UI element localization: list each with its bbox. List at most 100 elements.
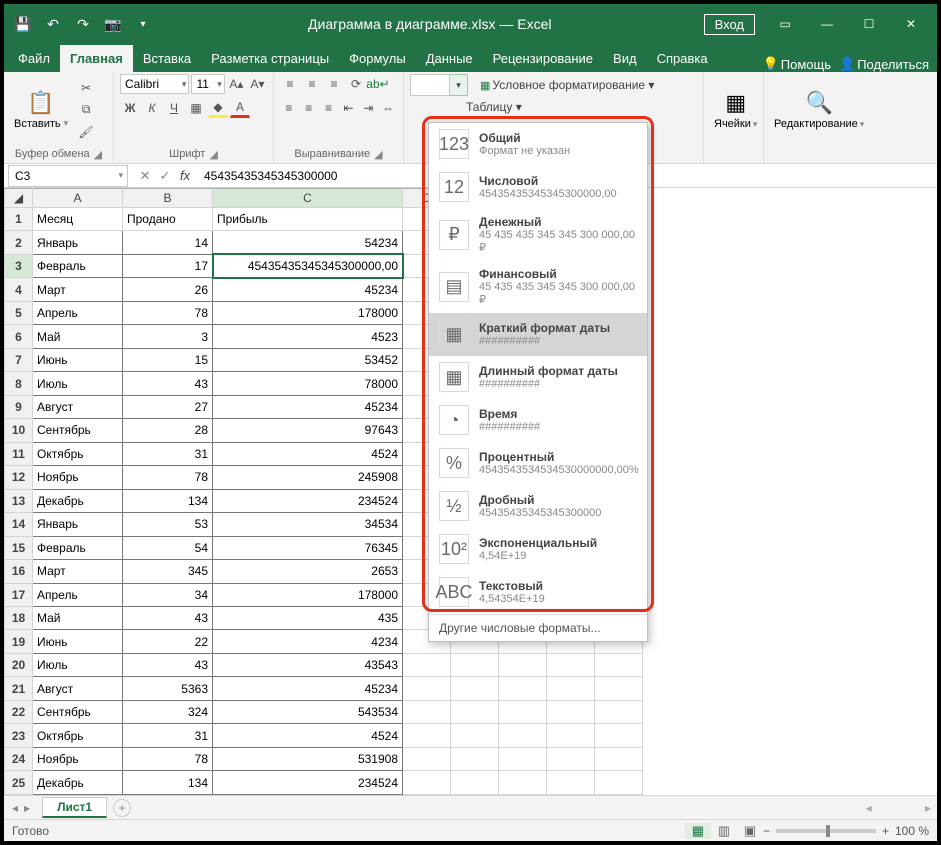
horizontal-scroll-region[interactable]: ◂ ▸ (866, 801, 937, 815)
cell[interactable] (403, 700, 451, 723)
row-header[interactable]: 16 (5, 560, 33, 583)
underline-icon[interactable]: Ч (164, 98, 184, 118)
cell[interactable] (403, 677, 451, 700)
editing-button[interactable]: 🔍 Редактирование▾ (770, 88, 868, 132)
cell[interactable] (595, 724, 643, 747)
row-header[interactable]: 3 (5, 254, 33, 277)
cell[interactable]: 531908 (213, 747, 403, 770)
cancel-formula-icon[interactable]: ✕ (136, 168, 154, 184)
cell[interactable]: Июль (33, 653, 123, 676)
cell[interactable]: Июнь (33, 630, 123, 653)
row-header[interactable]: 25 (5, 771, 33, 795)
camera-icon[interactable]: 📷 (100, 11, 126, 37)
view-page-layout-icon[interactable]: ▥ (711, 823, 737, 839)
cell[interactable] (403, 771, 451, 795)
align-middle-icon[interactable]: ≡ (302, 74, 322, 94)
close-icon[interactable]: ✕ (891, 9, 931, 39)
col-header[interactable]: C (213, 189, 403, 208)
cell[interactable]: 234524 (213, 489, 403, 512)
zoom-in-icon[interactable]: + (882, 824, 889, 838)
maximize-icon[interactable]: ☐ (849, 9, 889, 39)
cell[interactable]: Апрель (33, 583, 123, 606)
col-header[interactable]: B (123, 189, 213, 208)
dialog-launcher-icon[interactable]: ◢ (209, 148, 217, 161)
cell[interactable]: 45234 (213, 677, 403, 700)
cell[interactable]: 28 (123, 419, 213, 442)
row-header[interactable]: 5 (5, 301, 33, 324)
row-header[interactable]: 21 (5, 677, 33, 700)
cell[interactable] (547, 771, 595, 795)
cell[interactable]: 78 (123, 466, 213, 489)
fx-icon[interactable]: fx (176, 168, 194, 184)
cell[interactable] (451, 724, 499, 747)
login-button[interactable]: Вход (704, 14, 755, 35)
tell-me[interactable]: 💡Помощь (763, 56, 831, 72)
font-name-combo[interactable]: Calibri (120, 74, 189, 94)
number-format-combo[interactable] (410, 74, 450, 96)
cell[interactable]: 178000 (213, 301, 403, 324)
cell[interactable] (451, 653, 499, 676)
cell[interactable]: Июль (33, 372, 123, 395)
cell[interactable]: 43543 (213, 653, 403, 676)
add-sheet-button[interactable]: + (113, 799, 131, 817)
paste-button[interactable]: 📋 Вставить▾ (10, 88, 72, 132)
fill-color-icon[interactable]: ◆ (208, 98, 228, 118)
cell[interactable] (499, 724, 547, 747)
number-format-dropdown-button[interactable]: ▾ (450, 74, 468, 96)
cell[interactable]: 34534 (213, 513, 403, 536)
qat-more-icon[interactable]: ▾ (130, 11, 156, 37)
cell[interactable] (499, 653, 547, 676)
cell[interactable]: 178000 (213, 583, 403, 606)
tab-review[interactable]: Рецензирование (483, 45, 603, 72)
number-format-item[interactable]: %Процентный4543543534534530000000,00% (429, 442, 647, 485)
name-box[interactable]: C3 (8, 165, 128, 187)
cell[interactable] (403, 747, 451, 770)
row-header[interactable]: 11 (5, 442, 33, 465)
number-format-item[interactable]: ▦Краткий формат даты########## (429, 313, 647, 356)
row-header[interactable]: 8 (5, 372, 33, 395)
cut-icon[interactable]: ✂ (76, 78, 96, 98)
cell[interactable]: Прибыль (213, 208, 403, 231)
cell[interactable]: Продано (123, 208, 213, 231)
tab-file[interactable]: Файл (8, 45, 60, 72)
row-header[interactable]: 24 (5, 747, 33, 770)
cell[interactable]: 4524 (213, 724, 403, 747)
cell[interactable]: Март (33, 278, 123, 301)
align-bottom-icon[interactable]: ≡ (324, 74, 344, 94)
increase-font-icon[interactable]: A▴ (227, 74, 246, 94)
font-size-combo[interactable]: 11 (191, 74, 224, 94)
cell[interactable]: Февраль (33, 254, 123, 277)
decrease-font-icon[interactable]: A▾ (248, 74, 267, 94)
align-top-icon[interactable]: ≡ (280, 74, 300, 94)
cell[interactable]: 234524 (213, 771, 403, 795)
orientation-icon[interactable]: ⟳ (346, 74, 366, 94)
zoom-slider[interactable] (776, 829, 876, 833)
tab-home[interactable]: Главная (60, 45, 133, 72)
tab-data[interactable]: Данные (416, 45, 483, 72)
sheet-tab[interactable]: Лист1 (42, 797, 107, 818)
cell[interactable] (595, 700, 643, 723)
cell[interactable]: Январь (33, 231, 123, 254)
cell[interactable]: 134 (123, 489, 213, 512)
cell[interactable]: 78000 (213, 372, 403, 395)
cell[interactable] (451, 747, 499, 770)
cell[interactable] (403, 653, 451, 676)
cell[interactable]: 4523 (213, 325, 403, 348)
cell[interactable]: 245908 (213, 466, 403, 489)
indent-decrease-icon[interactable]: ⇤ (339, 98, 357, 118)
view-normal-icon[interactable]: ▦ (685, 823, 711, 839)
bold-icon[interactable]: Ж (120, 98, 140, 118)
tab-layout[interactable]: Разметка страницы (201, 45, 339, 72)
enter-formula-icon[interactable]: ✓ (156, 168, 174, 184)
cell[interactable]: 34 (123, 583, 213, 606)
row-header[interactable]: 7 (5, 348, 33, 371)
cell[interactable]: 45234 (213, 395, 403, 418)
cell[interactable]: Октябрь (33, 442, 123, 465)
cell[interactable] (595, 677, 643, 700)
row-header[interactable]: 10 (5, 419, 33, 442)
number-format-item[interactable]: ▤Финансовый45 435 435 345 345 300 000,00… (429, 261, 647, 313)
share-button[interactable]: 👤Поделиться (839, 56, 929, 72)
cell[interactable]: 17 (123, 254, 213, 277)
cell[interactable]: Апрель (33, 301, 123, 324)
col-header[interactable]: A (33, 189, 123, 208)
